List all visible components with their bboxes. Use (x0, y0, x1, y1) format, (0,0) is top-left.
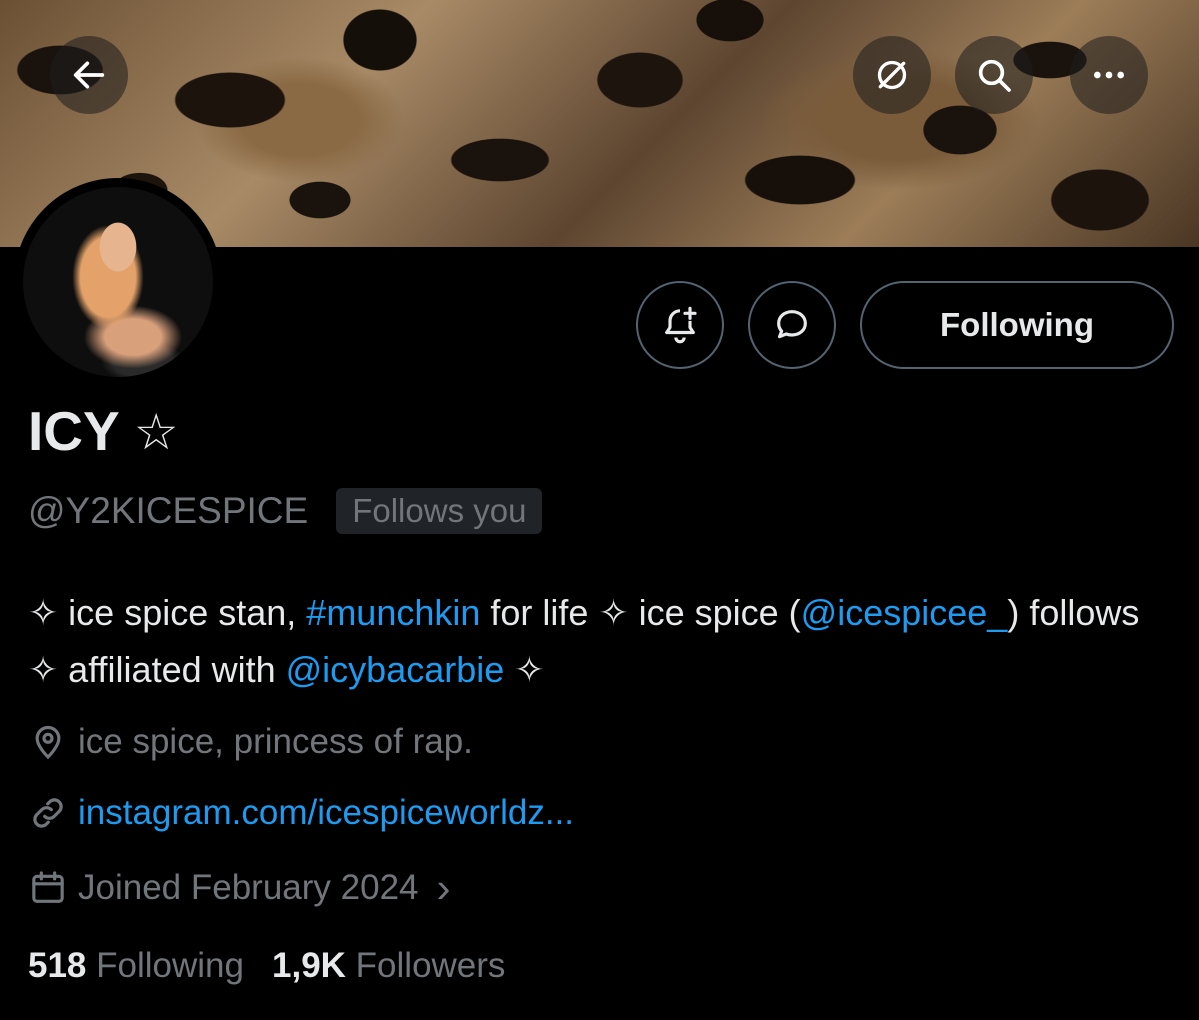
arrow-left-icon (73, 61, 105, 89)
bio-text: for life (480, 592, 599, 633)
bio-text: ice spice ( (628, 592, 801, 633)
profile-bio: ✧ ice spice stan, #munchkin for life ✧ i… (28, 584, 1178, 698)
follow-stats: 518 Following 1,9K Followers (28, 946, 505, 986)
calendar-icon (32, 871, 64, 903)
bell-plus-icon (665, 306, 697, 344)
mention-link[interactable]: @icespicee_ (801, 592, 1008, 633)
notifications-button[interactable] (636, 281, 724, 369)
bio-text: affiliated with (58, 649, 286, 690)
avatar-image (23, 187, 213, 377)
display-name-text: ICY (28, 400, 120, 462)
avatar[interactable] (14, 178, 222, 386)
location-pin-icon (35, 725, 61, 760)
grok-button[interactable] (853, 36, 931, 114)
slashed-circle-icon (877, 60, 907, 90)
bio-text: ) follows (1007, 592, 1140, 633)
following-count: 518 (28, 946, 87, 985)
hashtag-link[interactable]: #munchkin (306, 592, 480, 633)
link-icon (33, 798, 63, 828)
display-name: ICY ☆ (28, 404, 179, 459)
profile-page: Following ICY ☆ @Y2KICESPICE Follows you… (0, 0, 1199, 1020)
star-icon: ☆ (133, 403, 179, 460)
followers-stat[interactable]: 1,9K Followers (272, 946, 505, 986)
bio-text (504, 649, 514, 690)
chat-bubble-icon (777, 310, 807, 339)
user-handle: @Y2KICESPICE (28, 490, 309, 531)
search-icon (978, 59, 1011, 92)
website-row: instagram.com/icespiceworldz... (28, 793, 574, 833)
mention-link[interactable]: @icybacarbie (286, 649, 505, 690)
more-button[interactable] (1070, 36, 1148, 114)
back-button[interactable] (50, 36, 128, 114)
search-button[interactable] (955, 36, 1033, 114)
sparkle-icon: ✧ (514, 649, 545, 690)
following-stat[interactable]: 518 Following (28, 946, 244, 986)
joined-text: Joined February 2024 (78, 868, 419, 907)
sparkle-icon: ✧ (28, 649, 59, 690)
message-button[interactable] (748, 281, 836, 369)
sparkle-icon: ✧ (598, 592, 629, 633)
following-button[interactable]: Following (860, 281, 1174, 369)
sparkle-icon: ✧ (28, 592, 59, 633)
location-text: ice spice, princess of rap. (78, 722, 473, 761)
followers-label: Followers (355, 946, 506, 985)
location-row: ice spice, princess of rap. (28, 722, 473, 762)
website-link[interactable]: instagram.com/icespiceworldz... (78, 793, 574, 833)
bio-text: ice spice stan, (58, 592, 307, 633)
following-label: Following (96, 946, 244, 985)
joined-row[interactable]: Joined February 2024 › (28, 864, 451, 912)
follows-you-badge: Follows you (336, 488, 543, 534)
followers-count: 1,9K (272, 946, 346, 985)
chevron-right-icon: › (436, 864, 451, 911)
more-horizontal-icon (1094, 71, 1124, 79)
handle-row: @Y2KICESPICE Follows you (28, 488, 543, 534)
